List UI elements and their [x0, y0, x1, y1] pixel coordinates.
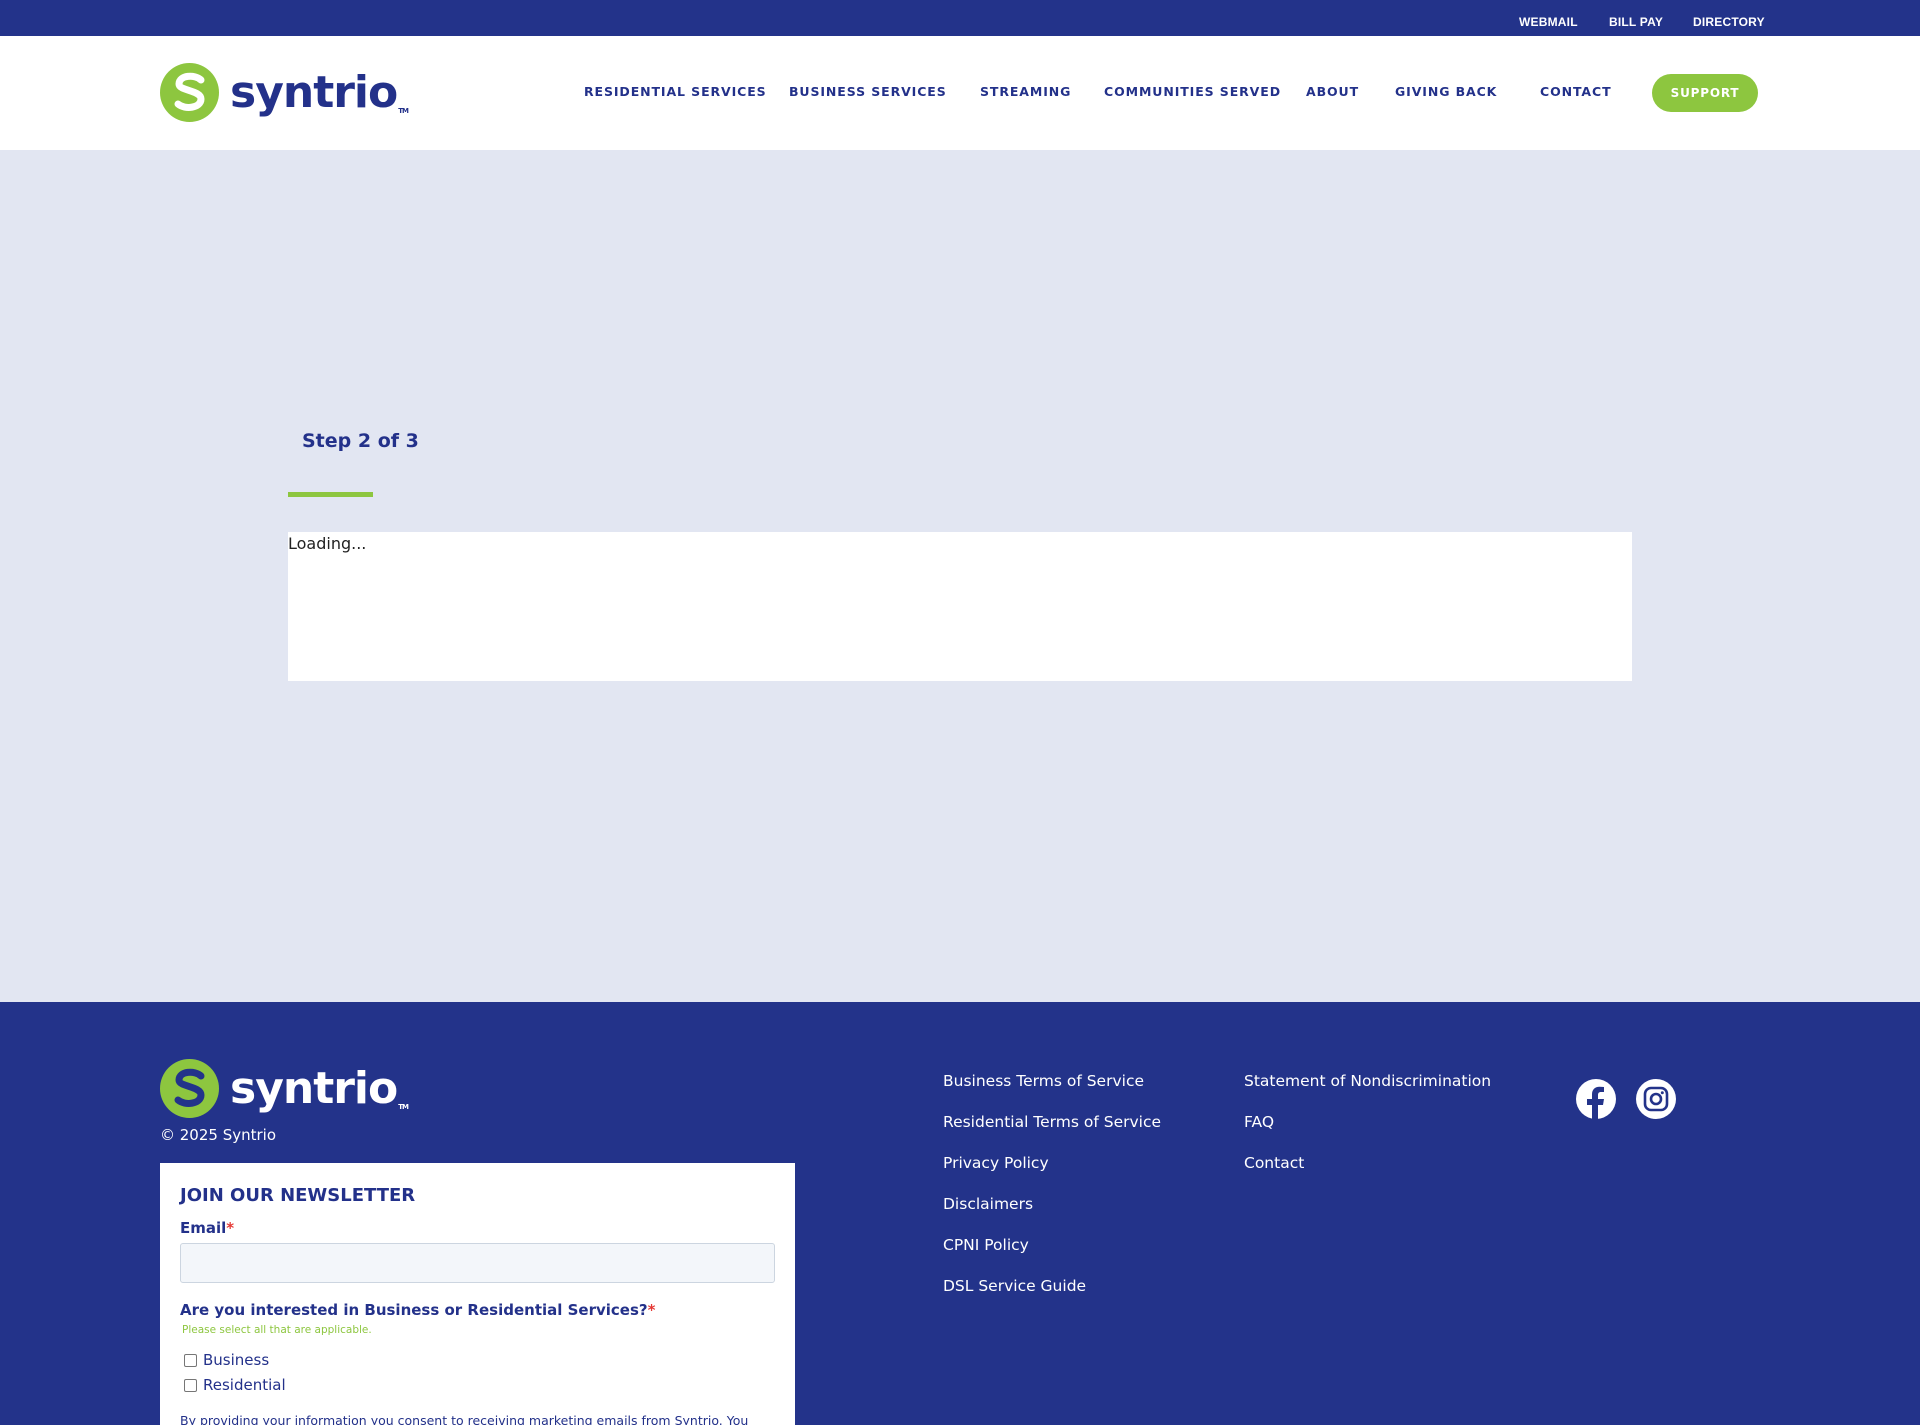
webmail-link[interactable]: WEBMAIL: [1519, 15, 1578, 29]
copyright-text: © 2025 Syntrio: [160, 1126, 277, 1144]
logo-wordmark: syntrioTM: [230, 66, 409, 118]
support-button[interactable]: SUPPORT: [1652, 74, 1758, 112]
site-footer: syntrioTM © 2025 Syntrio Business Terms …: [0, 1002, 1920, 1425]
footer-link-privacy-policy[interactable]: Privacy Policy: [943, 1154, 1049, 1172]
footer-link-disclaimers[interactable]: Disclaimers: [943, 1195, 1033, 1213]
footer-link-business-terms[interactable]: Business Terms of Service: [943, 1072, 1144, 1090]
consent-text: By providing your information you consen…: [180, 1413, 749, 1425]
footer-link-faq[interactable]: FAQ: [1244, 1113, 1274, 1131]
instagram-icon[interactable]: [1636, 1079, 1676, 1119]
logo-wordmark: syntrioTM: [230, 1062, 409, 1114]
footer-logo[interactable]: syntrioTM: [160, 1059, 409, 1118]
nav-streaming[interactable]: STREAMING: [980, 84, 1071, 99]
nav-contact[interactable]: CONTACT: [1540, 84, 1612, 99]
nav-about[interactable]: ABOUT: [1306, 84, 1359, 99]
residential-option-label: Residential: [203, 1376, 286, 1394]
step-indicator: Step 2 of 3: [302, 430, 419, 452]
footer-link-residential-terms[interactable]: Residential Terms of Service: [943, 1113, 1161, 1131]
site-header: syntrioTM RESIDENTIAL SERVICES BUSINESS …: [0, 36, 1920, 150]
header-logo[interactable]: syntrioTM: [160, 63, 409, 122]
residential-checkbox-option[interactable]: Residential: [184, 1376, 286, 1394]
nav-communities-served[interactable]: COMMUNITIES SERVED: [1104, 84, 1281, 99]
business-checkbox-option[interactable]: Business: [184, 1351, 269, 1369]
nav-business-services[interactable]: BUSINESS SERVICES: [789, 84, 947, 99]
syntrio-logo-icon: [160, 1059, 219, 1118]
footer-link-nondiscrimination[interactable]: Statement of Nondiscrimination: [1244, 1072, 1491, 1090]
nav-giving-back[interactable]: GIVING BACK: [1395, 84, 1497, 99]
email-label: Email*: [180, 1219, 235, 1237]
footer-link-contact[interactable]: Contact: [1244, 1154, 1304, 1172]
newsletter-title: JOIN OUR NEWSLETTER: [180, 1185, 416, 1206]
footer-link-dsl-guide[interactable]: DSL Service Guide: [943, 1277, 1086, 1295]
loading-text: Loading...: [288, 534, 367, 553]
directory-link[interactable]: DIRECTORY: [1693, 15, 1765, 29]
bill-pay-link[interactable]: BILL PAY: [1609, 15, 1663, 29]
facebook-icon[interactable]: [1576, 1079, 1616, 1119]
newsletter-form: JOIN OUR NEWSLETTER Email* Are you inter…: [160, 1163, 795, 1425]
newsletter-email-input[interactable]: [180, 1243, 775, 1283]
syntrio-logo-icon: [160, 63, 219, 122]
business-option-label: Business: [203, 1351, 270, 1369]
form-loading-container: Loading...: [288, 532, 1632, 681]
residential-checkbox[interactable]: [184, 1378, 197, 1392]
nav-residential-services[interactable]: RESIDENTIAL SERVICES: [584, 84, 767, 99]
footer-link-cpni-policy[interactable]: CPNI Policy: [943, 1236, 1029, 1254]
services-question-label: Are you interested in Business or Reside…: [180, 1301, 656, 1319]
business-checkbox[interactable]: [184, 1353, 197, 1367]
services-hint: Please select all that are applicable.: [182, 1324, 372, 1336]
step-progress-bar: [288, 492, 373, 497]
utility-bar: WEBMAIL BILL PAY DIRECTORY: [0, 0, 1920, 36]
